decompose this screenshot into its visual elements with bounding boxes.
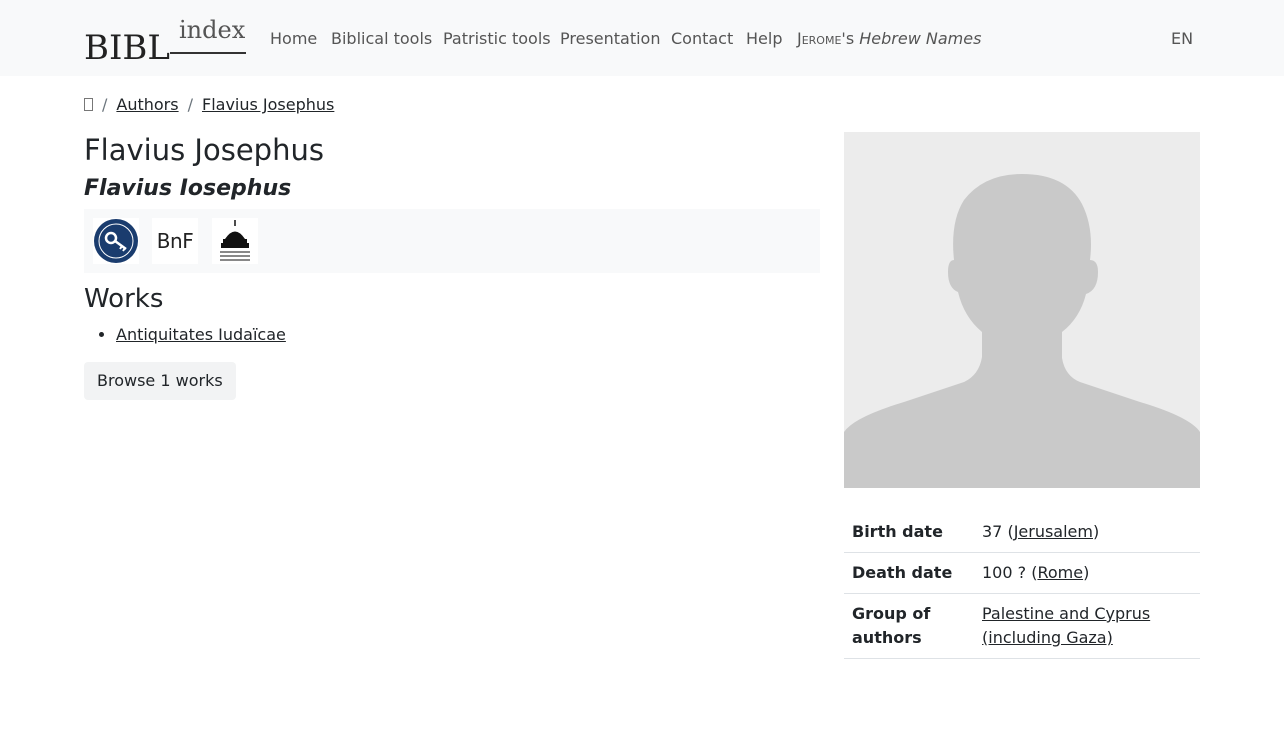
key-icon [94, 219, 138, 263]
clavis-key-logo[interactable] [93, 218, 139, 264]
death-year: 100 ? [982, 563, 1027, 582]
death-date-value: 100 ? (Rome) [974, 552, 1200, 594]
dome-icon [220, 220, 250, 261]
breadcrumb-separator: / [102, 95, 108, 114]
author-info-table: Birth date 37 (Jerusalem) Death date 100… [844, 512, 1200, 659]
works-heading: Works [84, 284, 164, 314]
nav-patristic-tools[interactable]: Patristic tools [443, 29, 551, 49]
nav-contact[interactable]: Contact [671, 29, 733, 49]
death-date-label: Death date [844, 552, 974, 594]
birth-year: 37 [982, 522, 1003, 541]
breadcrumb: / Authors / Flavius Josephus [84, 95, 334, 115]
latin-name: Flavius Iosephus [84, 176, 292, 201]
nav-presentation[interactable]: Presentation [560, 29, 660, 49]
reference-links-bar: BnF [84, 209, 820, 273]
bnf-label: BnF [156, 229, 194, 253]
author-portrait [844, 132, 1200, 488]
bnf-logo[interactable]: BnF [152, 218, 198, 264]
group-label: Group of authors [844, 593, 974, 659]
library-of-congress-logo[interactable] [212, 218, 258, 264]
group-value: Palestine and Cyprus (including Gaza) [974, 593, 1200, 659]
nav-jerome-sep: 's [841, 29, 855, 48]
nav-jerome-hebrew-names[interactable]: Jerome's Hebrew Names [797, 29, 981, 49]
person-silhouette-icon [844, 132, 1200, 488]
biblindex-logo[interactable]: BIBL index [84, 12, 248, 68]
language-selector[interactable]: EN [1171, 29, 1193, 49]
death-place-link[interactable]: Rome [1037, 563, 1083, 582]
birth-date-label: Birth date [844, 512, 974, 553]
birth-place-link[interactable]: Jerusalem [1014, 522, 1093, 541]
svg-text:BIBL: BIBL [84, 28, 170, 64]
birth-date-value: 37 (Jerusalem) [974, 512, 1200, 553]
home-icon [84, 97, 93, 111]
breadcrumb-separator: / [187, 95, 193, 114]
table-row: Group of authors Palestine and Cyprus (i… [844, 593, 1200, 659]
group-link[interactable]: Palestine and Cyprus (including Gaza) [982, 604, 1150, 647]
breadcrumb-home[interactable] [84, 95, 93, 114]
nav-hebrew-names-label: Hebrew Names [859, 29, 982, 48]
biblindex-logo-mark: BIBL index [84, 16, 246, 68]
browse-works-button[interactable]: Browse 1 works [84, 362, 236, 400]
breadcrumb-authors[interactable]: Authors [116, 95, 178, 114]
navbar: BIBL index Home Biblical tools Patristic… [0, 0, 1284, 76]
nav-home[interactable]: Home [270, 29, 317, 49]
nav-biblical-tools[interactable]: Biblical tools [331, 29, 432, 49]
work-link[interactable]: Antiquitates Iudaïcae [116, 325, 286, 344]
svg-text:index: index [179, 16, 246, 44]
table-row: Birth date 37 (Jerusalem) [844, 512, 1200, 553]
page-title: Flavius Josephus [84, 133, 324, 167]
works-list: Antiquitates Iudaïcae [84, 324, 286, 346]
table-row: Death date 100 ? (Rome) [844, 552, 1200, 594]
nav-jerome-label: Jerome [797, 29, 842, 48]
breadcrumb-current[interactable]: Flavius Josephus [202, 95, 334, 114]
nav-help[interactable]: Help [746, 29, 782, 49]
list-item: Antiquitates Iudaïcae [116, 324, 286, 346]
